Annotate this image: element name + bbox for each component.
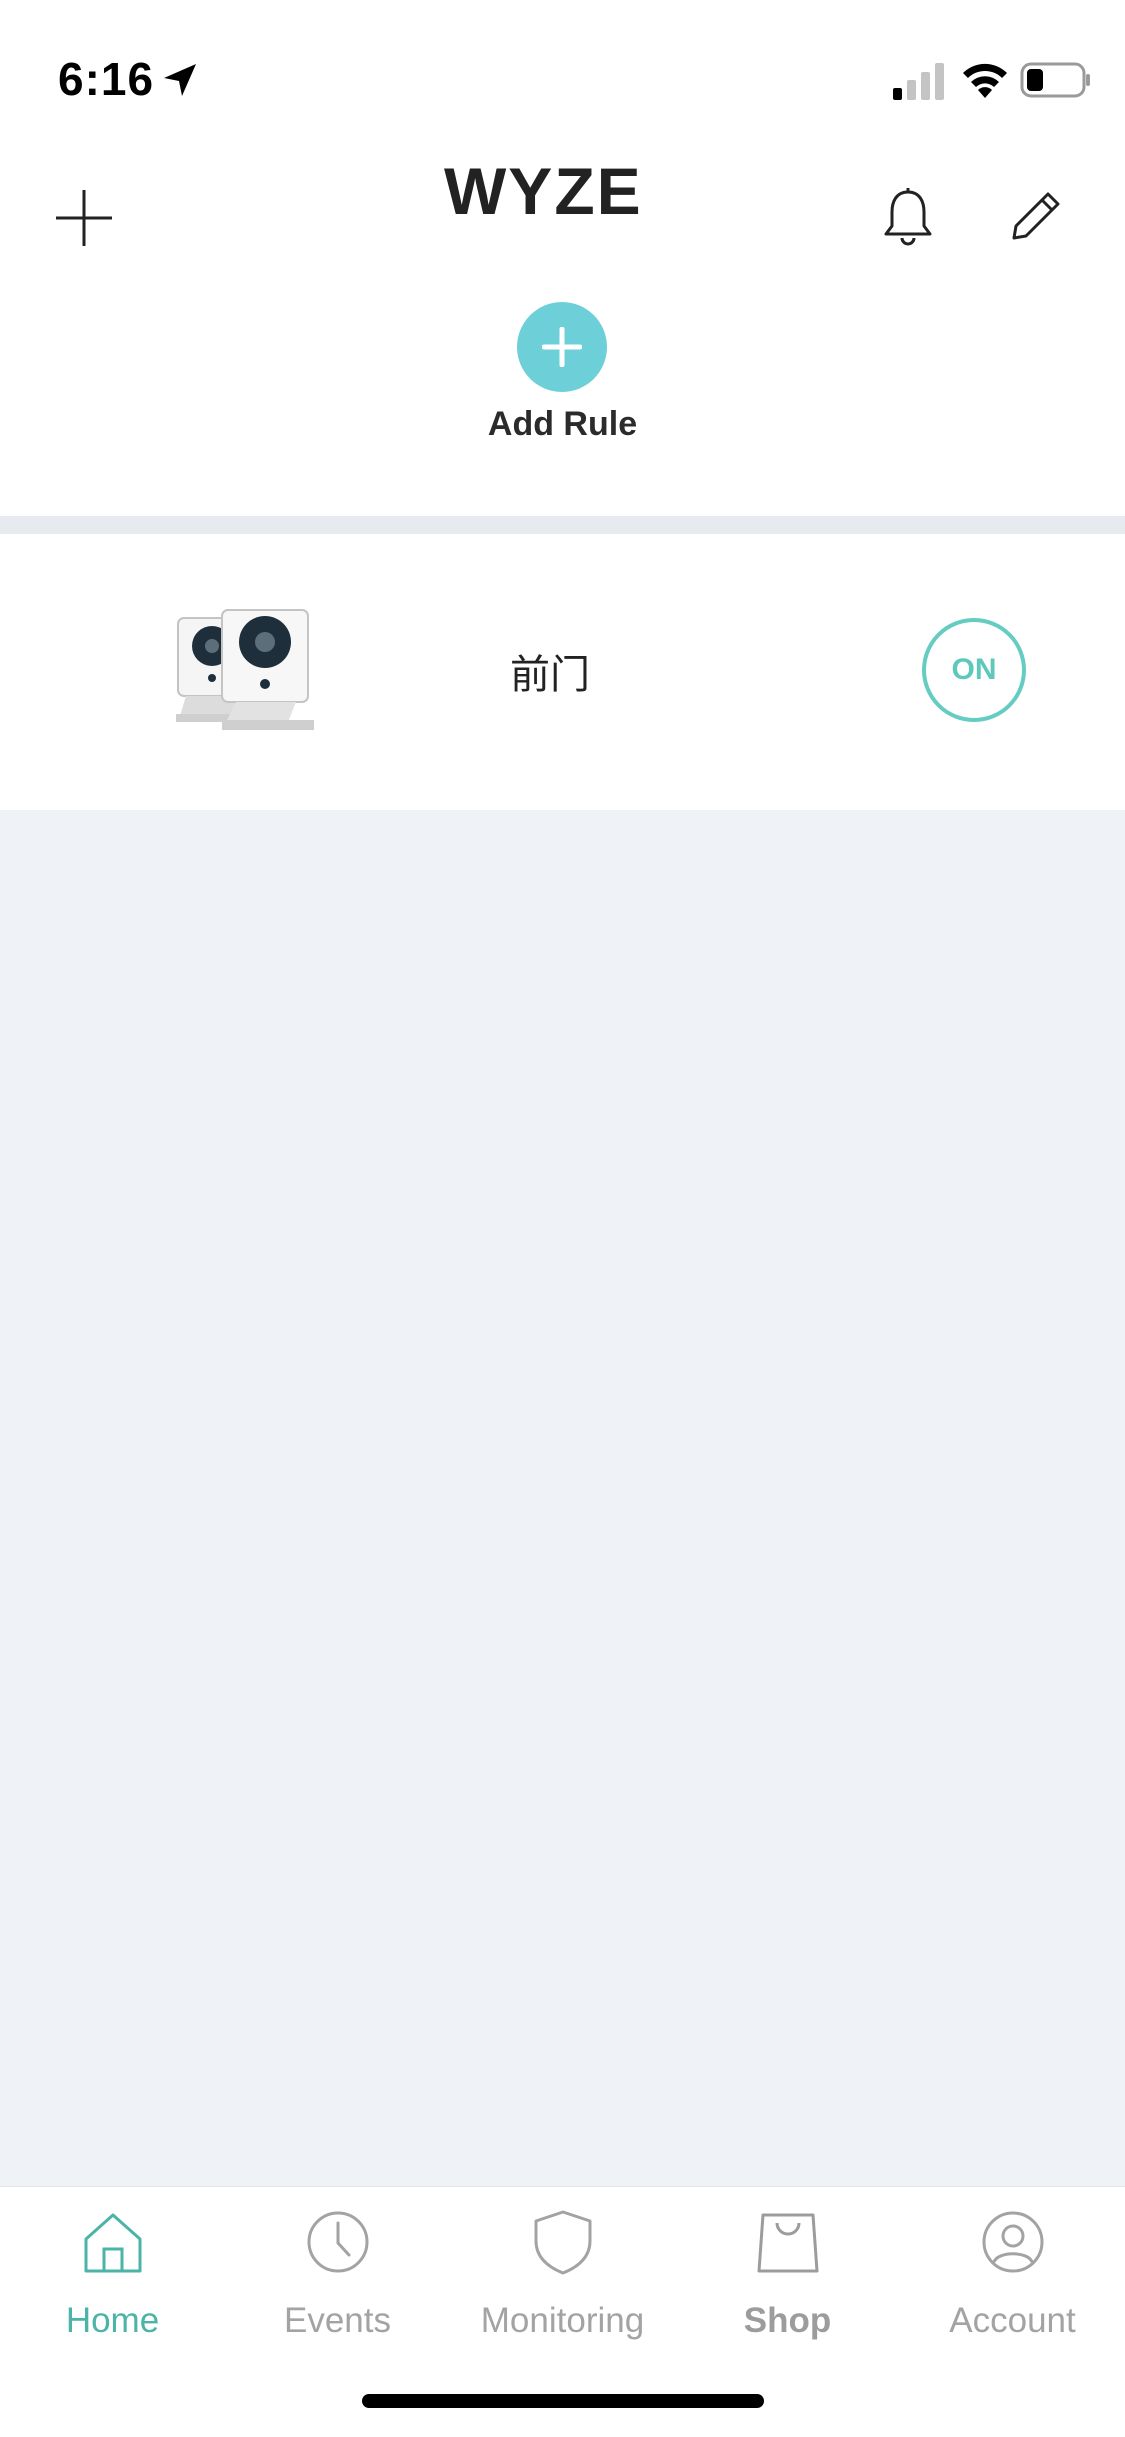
shield-icon xyxy=(534,2210,592,2275)
plus-circle-icon xyxy=(542,327,582,367)
logo-text: WYZE xyxy=(444,160,643,222)
cellular-signal-icon xyxy=(893,63,944,100)
rule-toggle[interactable]: ON xyxy=(922,618,1026,722)
battery-icon xyxy=(1020,62,1090,98)
rule-name: 前门 xyxy=(510,653,590,697)
tab-home-label: Home xyxy=(65,2301,160,2340)
shopping-bag-icon xyxy=(757,2213,819,2273)
add-rule-button[interactable] xyxy=(517,302,607,392)
tab-events[interactable]: Events xyxy=(225,2209,450,2359)
wyze-cam-pair-icon xyxy=(176,609,314,730)
tab-account[interactable]: Account xyxy=(900,2209,1125,2359)
plus-icon[interactable] xyxy=(54,188,114,248)
header-divider xyxy=(0,516,1125,534)
pencil-icon[interactable] xyxy=(1006,186,1066,246)
status-time: 6:16 xyxy=(58,53,155,105)
tab-events-label: Events xyxy=(284,2301,391,2340)
tab-home[interactable]: Home xyxy=(0,2209,225,2359)
add-rule-label[interactable]: Add Rule xyxy=(400,405,725,444)
tab-shop[interactable]: Shop xyxy=(675,2209,900,2359)
clock-icon xyxy=(307,2211,369,2273)
tab-monitoring-label: Monitoring xyxy=(480,2301,645,2340)
status-bar: 6:16 xyxy=(0,0,1125,130)
bell-icon[interactable] xyxy=(882,188,934,246)
tab-account-label: Account xyxy=(949,2301,1076,2340)
tab-shop-label: Shop xyxy=(743,2301,832,2340)
rule-row[interactable]: 前门 ON xyxy=(0,534,1125,810)
location-arrow-icon xyxy=(164,64,196,96)
home-icon xyxy=(84,2213,142,2273)
tab-monitoring[interactable]: Monitoring xyxy=(450,2209,675,2359)
user-circle-icon xyxy=(982,2211,1044,2273)
wyze-logo: WYZE xyxy=(444,160,643,222)
home-indicator xyxy=(362,2394,764,2408)
wifi-icon xyxy=(963,63,1007,98)
